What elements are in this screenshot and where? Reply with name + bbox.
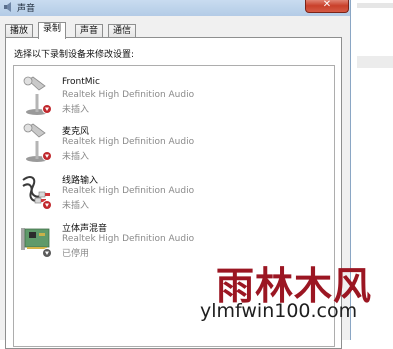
device-item-microphone[interactable]: 麦克风 Realtek High Definition Audio 未插入 [14,121,332,167]
line-in-cable-icon [22,176,52,210]
device-description: Realtek High Definition Audio [62,90,195,100]
device-name: FrontMic [62,77,100,87]
device-description: Realtek High Definition Audio [62,137,195,147]
sound-card-icon [21,228,52,258]
device-state: 已停用 [62,249,90,259]
title-bar[interactable]: 声音 ✕ [0,0,350,16]
device-state: 未插入 [62,152,90,162]
device-name: 线路输入 [62,176,99,186]
device-description: Realtek High Definition Audio [62,186,195,196]
tab-playback[interactable]: 播放 [5,24,34,38]
background-strip [357,3,393,8]
device-description: Realtek High Definition Audio [62,234,195,244]
device-item-line-in[interactable]: 线路输入 Realtek High Definition Audio 未插入 [14,170,332,216]
instruction-text: 选择以下录制设备来修改设置: [14,50,135,60]
window-title: 声音 [17,4,36,14]
speaker-icon [4,2,11,12]
device-name: 立体声混音 [62,224,108,234]
device-state: 未插入 [62,201,90,211]
tab-communications[interactable]: 通信 [108,24,137,38]
microphone-icon [23,76,52,115]
tab-recording[interactable]: 录制 [38,22,67,39]
close-button[interactable]: ✕ [305,0,349,13]
device-state: 未插入 [62,105,90,115]
watermark-url: ylmfwin100.com [200,300,358,322]
tab-sounds[interactable]: 声音 [75,24,104,38]
device-item-frontmic[interactable]: FrontMic Realtek High Definition Audio 未… [14,74,332,120]
device-name: 麦克风 [62,127,90,137]
microphone-icon [23,123,52,162]
background-strip [357,56,393,68]
